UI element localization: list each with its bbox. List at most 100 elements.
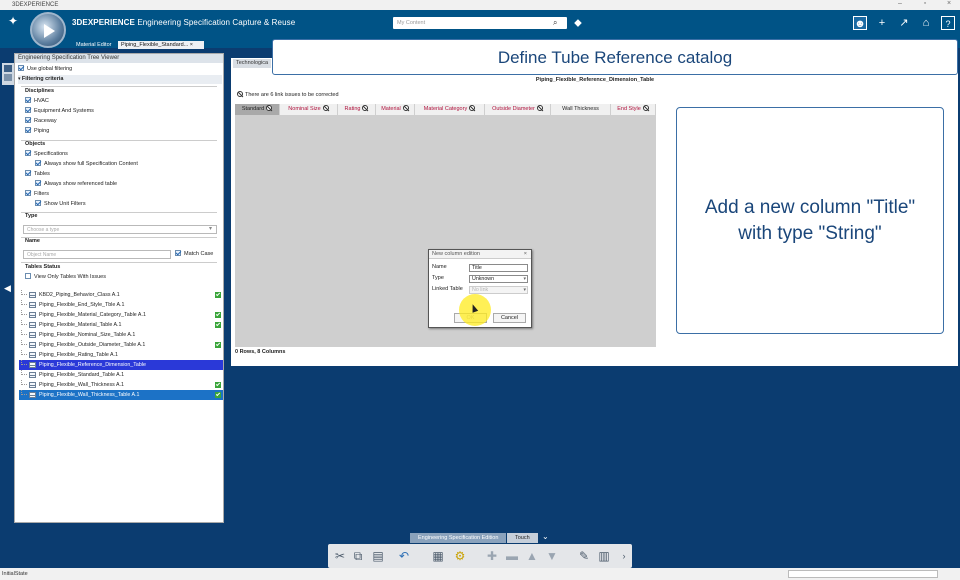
tab-piping-flexible-standard[interactable]: Piping_Flexible_Standard... × <box>118 41 204 49</box>
chevron-down-icon[interactable]: ▾ <box>209 225 212 232</box>
add-icon[interactable]: + <box>875 16 889 30</box>
share-icon[interactable]: ↗ <box>897 16 911 30</box>
table-icon <box>29 332 36 338</box>
always-show-full-spec-checkbox[interactable]: Always show full Specification Content <box>35 159 138 169</box>
discipline-raceway-checkbox[interactable]: Raceway <box>25 116 57 126</box>
search-icon[interactable]: ⌕ <box>553 18 557 28</box>
collapse-panel-icon[interactable]: ◀ <box>4 283 11 294</box>
settings-icon[interactable]: ⚙ <box>452 548 468 564</box>
use-global-filtering-checkbox[interactable]: Use global filtering <box>18 64 72 74</box>
discipline-piping-checkbox[interactable]: Piping <box>25 126 49 136</box>
status-input[interactable] <box>788 570 938 578</box>
tree-item[interactable]: Piping_Flexible_Rating_Table A.1 <box>19 350 223 360</box>
window-title: 3DEXPERIENCE <box>12 2 59 8</box>
tree-item[interactable]: Piping_Flexible_Nominal_Size_Table A.1 <box>19 330 223 340</box>
tree-item[interactable]: Piping_Flexible_Wall_Thickness A.1 <box>19 380 223 390</box>
move-down-icon[interactable]: ▼ <box>544 548 560 564</box>
status-ok-icon <box>215 322 221 328</box>
column-header[interactable]: Nominal Size <box>280 104 338 115</box>
filters-checkbox[interactable]: Filters <box>25 189 49 199</box>
column-name-input[interactable]: Title <box>469 264 528 272</box>
list-view-icon[interactable] <box>4 74 12 81</box>
table-icon <box>29 342 36 348</box>
column-header[interactable]: Wall Thickness <box>551 104 611 115</box>
grid-icon[interactable]: ▥ <box>596 548 612 564</box>
no-link-icon <box>266 105 273 111</box>
specifications-checkbox[interactable]: Specifications <box>25 149 68 159</box>
ds-logo-icon[interactable]: ✦ <box>8 14 22 28</box>
filtering-criteria-header[interactable]: ▾ Filtering criteria <box>18 75 222 84</box>
play-icon <box>44 24 55 38</box>
minimize-icon[interactable]: – <box>893 0 907 7</box>
tree-item[interactable]: Piping_Flexible_End_Style_Tble A.1 <box>19 300 223 310</box>
home-icon[interactable]: ⌂ <box>919 16 933 30</box>
undo-icon[interactable]: ↶ <box>396 548 412 564</box>
tab-engineering-spec-edition[interactable]: Engineering Specification Edition <box>410 533 507 543</box>
paste-icon[interactable]: ▤ <box>370 548 386 564</box>
row-count-label: 0 Rows, 8 Columns <box>235 349 286 355</box>
view-only-issues-checkbox[interactable]: View Only Tables With Issues <box>25 272 106 282</box>
linked-table-select[interactable]: No link <box>469 286 528 294</box>
close-window-icon[interactable]: × <box>942 0 956 7</box>
dialog-close-icon[interactable]: × <box>524 250 527 259</box>
tree-item[interactable]: Piping_Flexible_Standard_Table A.1 <box>19 370 223 380</box>
match-case-checkbox[interactable]: Match Case <box>175 249 213 259</box>
discipline-equipment-checkbox[interactable]: Equipment And Systems <box>25 106 94 116</box>
search-input[interactable]: My Content <box>393 17 567 29</box>
show-unit-filters-checkbox[interactable]: Show Unit Filters <box>35 199 86 209</box>
no-link-icon <box>536 105 543 111</box>
tree-view-icon[interactable] <box>4 65 12 72</box>
column-header[interactable]: Material <box>376 104 415 115</box>
compass-icon[interactable] <box>30 12 66 48</box>
column-header[interactable]: End Style <box>611 104 656 115</box>
tree-item[interactable]: Piping_Flexible_Outside_Diameter_Table A… <box>19 340 223 350</box>
table-icon <box>29 302 36 308</box>
no-link-icon <box>362 105 369 111</box>
insert-table-icon[interactable]: ▦ <box>430 548 446 564</box>
tag-icon[interactable]: ⬥ <box>571 16 585 30</box>
user-icon[interactable]: ☻ <box>853 16 867 30</box>
add-row-icon[interactable]: ✚ <box>484 548 500 564</box>
table-icon <box>29 352 36 358</box>
name-group <box>21 237 217 238</box>
copy-icon[interactable]: ⧉ <box>350 548 366 564</box>
discipline-hvac-checkbox[interactable]: HVAC <box>25 96 49 106</box>
status-bar: InitialState <box>0 568 960 580</box>
tab-material-editor[interactable]: Material Editor <box>73 41 114 49</box>
disciplines-title: Disciplines <box>25 88 55 94</box>
column-type-select[interactable]: Unknown <box>469 275 528 283</box>
tree-item-selected[interactable]: Piping_Flexible_Reference_Dimension_Tabl… <box>19 360 223 370</box>
remove-row-icon[interactable]: ▬ <box>504 548 520 564</box>
close-tab-icon[interactable]: × <box>190 42 193 48</box>
tools-icon[interactable]: ✎ <box>576 548 592 564</box>
column-header[interactable]: Outside Diameter <box>485 104 551 115</box>
column-header[interactable]: Standard <box>235 104 280 115</box>
tree-item[interactable]: KBD2_Piping_Behavior_Class A.1 <box>19 290 223 300</box>
name-input[interactable]: Object Name <box>23 250 171 259</box>
action-toolbar: ✂ ⧉ ▤ ↶ ▦ ⚙ ✚ ▬ ▲ ▼ ✎ ▥ › <box>328 544 632 568</box>
move-up-icon[interactable]: ▲ <box>524 548 540 564</box>
tables-status-title: Tables Status <box>25 264 61 270</box>
table-title: Piping_Flexible_Reference_Dimension_Tabl… <box>535 77 655 83</box>
always-show-referenced-checkbox[interactable]: Always show referenced table <box>35 179 117 189</box>
tables-checkbox[interactable]: Tables <box>25 169 50 179</box>
tree-item[interactable]: Piping_Flexible_Material_Category_Table … <box>19 310 223 320</box>
no-link-icon <box>402 105 409 111</box>
tree-item[interactable]: Piping_Flexible_Material_Table A.1 <box>19 320 223 330</box>
more-icon[interactable]: › <box>616 548 632 564</box>
help-icon[interactable]: ? <box>941 16 955 30</box>
status-ok-icon <box>215 342 221 348</box>
column-header[interactable]: Rating <box>338 104 376 115</box>
objects-title: Objects <box>25 141 46 147</box>
chevron-down-icon[interactable]: ⌄ <box>542 532 549 541</box>
type-select[interactable]: Choose a type <box>23 225 217 234</box>
tab-technological[interactable]: Technologica <box>233 59 272 68</box>
column-header[interactable]: Material Category <box>415 104 485 115</box>
cancel-button[interactable]: Cancel <box>493 313 526 323</box>
no-link-icon <box>322 105 329 111</box>
tree-item-highlighted[interactable]: Piping_Flexible_Wall_Thickness_Table A.1 <box>19 390 223 400</box>
restore-icon[interactable]: ▫ <box>918 0 932 7</box>
tab-touch[interactable]: Touch <box>507 533 538 543</box>
app-brand: 3DEXPERIENCE Engineering Specification C… <box>72 18 296 27</box>
cut-icon[interactable]: ✂ <box>332 548 348 564</box>
